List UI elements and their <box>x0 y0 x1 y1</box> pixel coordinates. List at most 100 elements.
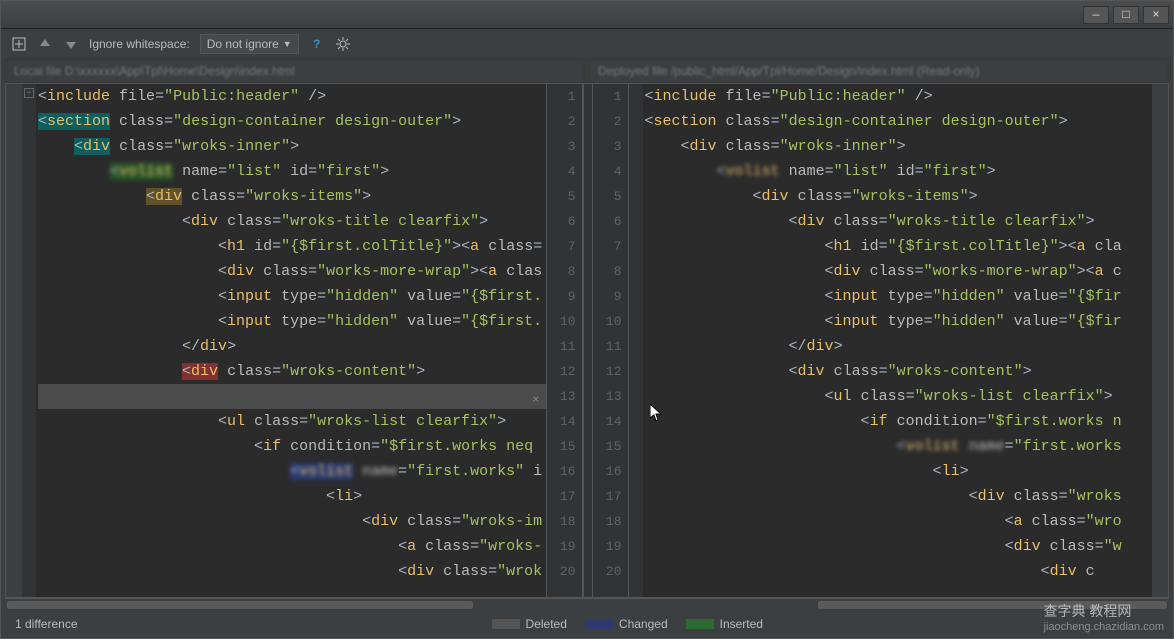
ignore-whitespace-dropdown[interactable]: Do not ignore ▼ <box>200 34 299 54</box>
code-line[interactable]: <div class="w <box>645 534 1153 559</box>
line-number: 12 <box>553 359 576 384</box>
code-line[interactable]: <input type="hidden" value="{$fir <box>645 309 1153 334</box>
line-number: 1 <box>599 84 622 109</box>
code-line[interactable]: </div> <box>645 334 1153 359</box>
code-line[interactable]: <if condition="$first.works n <box>645 409 1153 434</box>
legend-changed-label: Changed <box>619 617 668 631</box>
line-number: 15 <box>599 434 622 459</box>
code-line[interactable]: <div class="wroks-im <box>38 509 546 534</box>
code-line[interactable]: <include file="Public:header" /> <box>645 84 1153 109</box>
line-number: 5 <box>599 184 622 209</box>
left-code-area[interactable]: <include file="Public:header" /><section… <box>36 84 546 597</box>
code-line[interactable]: <div class="wrok <box>38 559 546 584</box>
line-number: 17 <box>553 484 576 509</box>
line-number: 11 <box>599 334 622 359</box>
right-folding-gutter[interactable] <box>629 84 643 597</box>
line-number: 16 <box>599 459 622 484</box>
code-line[interactable]: <div class="wroks-items"> <box>38 184 546 209</box>
line-number: 12 <box>599 359 622 384</box>
code-line[interactable]: <section class="design-container design-… <box>38 109 546 134</box>
line-number: 8 <box>599 259 622 284</box>
code-line[interactable]: <ul class="wroks-list clearfix"> <box>38 409 546 434</box>
code-line[interactable]: <div class="wroks-title clearfix"> <box>38 209 546 234</box>
line-number: 18 <box>599 509 622 534</box>
window-close-button[interactable]: × <box>1143 6 1169 24</box>
new-tab-icon[interactable] <box>11 36 27 52</box>
swatch-inserted-icon <box>686 619 714 629</box>
code-line[interactable]: <ul class="wroks-list clearfix"> <box>645 384 1153 409</box>
code-line[interactable]: <volist name="first.works <box>645 434 1153 459</box>
scrollbar-thumb-left[interactable] <box>7 601 473 609</box>
diff-count-label: 1 difference <box>15 617 78 631</box>
code-line[interactable]: <li> <box>38 484 546 509</box>
code-line[interactable]: <input type="hidden" value="{$first. <box>38 284 546 309</box>
scrollbar-thumb-right[interactable] <box>818 601 1167 609</box>
line-number: 13 <box>553 384 576 409</box>
path-label-left: Local file D:\xxxxxx\App\Tpl\Home\Design… <box>5 59 585 83</box>
horizontal-scrollbar[interactable] <box>5 598 1169 610</box>
arrow-down-icon[interactable] <box>63 36 79 52</box>
arrow-up-icon[interactable] <box>37 36 53 52</box>
code-line[interactable]: <input type="hidden" value="{$fir <box>645 284 1153 309</box>
line-number: 9 <box>599 284 622 309</box>
line-number: 3 <box>553 134 576 159</box>
right-code-area[interactable]: <include file="Public:header" /><section… <box>643 84 1153 597</box>
help-icon[interactable]: ? <box>309 36 325 52</box>
code-line[interactable]: <volist name="list" id="first"> <box>645 159 1153 184</box>
code-line[interactable]: <div class="wroks-title clearfix"> <box>645 209 1153 234</box>
line-number: 14 <box>553 409 576 434</box>
left-line-numbers: 1234567891011121314151617181920 <box>546 84 582 597</box>
code-line[interactable]: <div class="wroks-content"> <box>645 359 1153 384</box>
line-number: 5 <box>553 184 576 209</box>
gear-icon[interactable] <box>335 36 351 52</box>
swatch-changed-icon <box>585 619 613 629</box>
code-line[interactable]: <div class="wroks-inner"> <box>38 134 546 159</box>
app-window: — □ × Ignore whitespace: Do not ignore ▼… <box>0 0 1174 639</box>
diff-editor: − <include file="Public:header" /><secti… <box>5 83 1169 598</box>
line-number: 2 <box>553 109 576 134</box>
code-line[interactable]: <div class="works-more-wrap"><a clas <box>38 259 546 284</box>
code-line[interactable]: <a class="wroks- <box>38 534 546 559</box>
code-line[interactable]: <div class="works-more-wrap"><a c <box>645 259 1153 284</box>
code-line[interactable]: <a class="wro <box>645 509 1153 534</box>
right-line-numbers: 1234567891011121314151617181920 <box>593 84 629 597</box>
code-line[interactable]: <section class="design-container design-… <box>645 109 1153 134</box>
diff-middle-gutter <box>583 84 593 597</box>
window-maximize-button[interactable]: □ <box>1113 6 1139 24</box>
line-number: 14 <box>599 409 622 434</box>
code-line[interactable]: <div class="wroks-inner"> <box>645 134 1153 159</box>
legend-deleted-label: Deleted <box>526 617 567 631</box>
code-line[interactable]: × <box>38 384 546 409</box>
code-line[interactable]: <li> <box>645 459 1153 484</box>
fold-toggle-icon[interactable]: − <box>24 88 34 98</box>
code-line[interactable]: <div class="wroks-items"> <box>645 184 1153 209</box>
code-line[interactable]: <volist name="first.works" i <box>38 459 546 484</box>
path-label-right: Deployed file /public_html/App/Tpl/Home/… <box>589 59 1169 83</box>
right-pane[interactable]: 1234567891011121314151617181920 <include… <box>593 84 1153 597</box>
code-line[interactable]: <input type="hidden" value="{$first. <box>38 309 546 334</box>
code-line[interactable]: <include file="Public:header" /> <box>38 84 546 109</box>
code-line[interactable]: <volist name="list" id="first"> <box>38 159 546 184</box>
line-number: 9 <box>553 284 576 309</box>
diff-toolbar: Ignore whitespace: Do not ignore ▼ ? <box>1 29 1173 59</box>
code-line[interactable]: <h1 id="{$first.colTitle}"><a class= <box>38 234 546 259</box>
left-pane[interactable]: − <include file="Public:header" /><secti… <box>22 84 583 597</box>
code-line[interactable]: <h1 id="{$first.colTitle}"><a cla <box>645 234 1153 259</box>
legend-inserted-label: Inserted <box>720 617 763 631</box>
code-line[interactable]: <div class="wroks-content"> <box>38 359 546 384</box>
left-folding-gutter[interactable]: − <box>22 84 36 597</box>
code-line[interactable]: </div> <box>38 334 546 359</box>
line-number: 4 <box>599 159 622 184</box>
window-minimize-button[interactable]: — <box>1083 6 1109 24</box>
line-number: 15 <box>553 434 576 459</box>
line-number: 3 <box>599 134 622 159</box>
code-line[interactable]: <if condition="$first.works neq <box>38 434 546 459</box>
code-line[interactable]: <div c <box>645 559 1153 584</box>
line-number: 16 <box>553 459 576 484</box>
line-number: 19 <box>599 534 622 559</box>
line-number: 10 <box>553 309 576 334</box>
code-line[interactable]: <div class="wroks <box>645 484 1153 509</box>
line-number: 19 <box>553 534 576 559</box>
chevron-down-icon: ▼ <box>283 39 292 49</box>
line-number: 13 <box>599 384 622 409</box>
